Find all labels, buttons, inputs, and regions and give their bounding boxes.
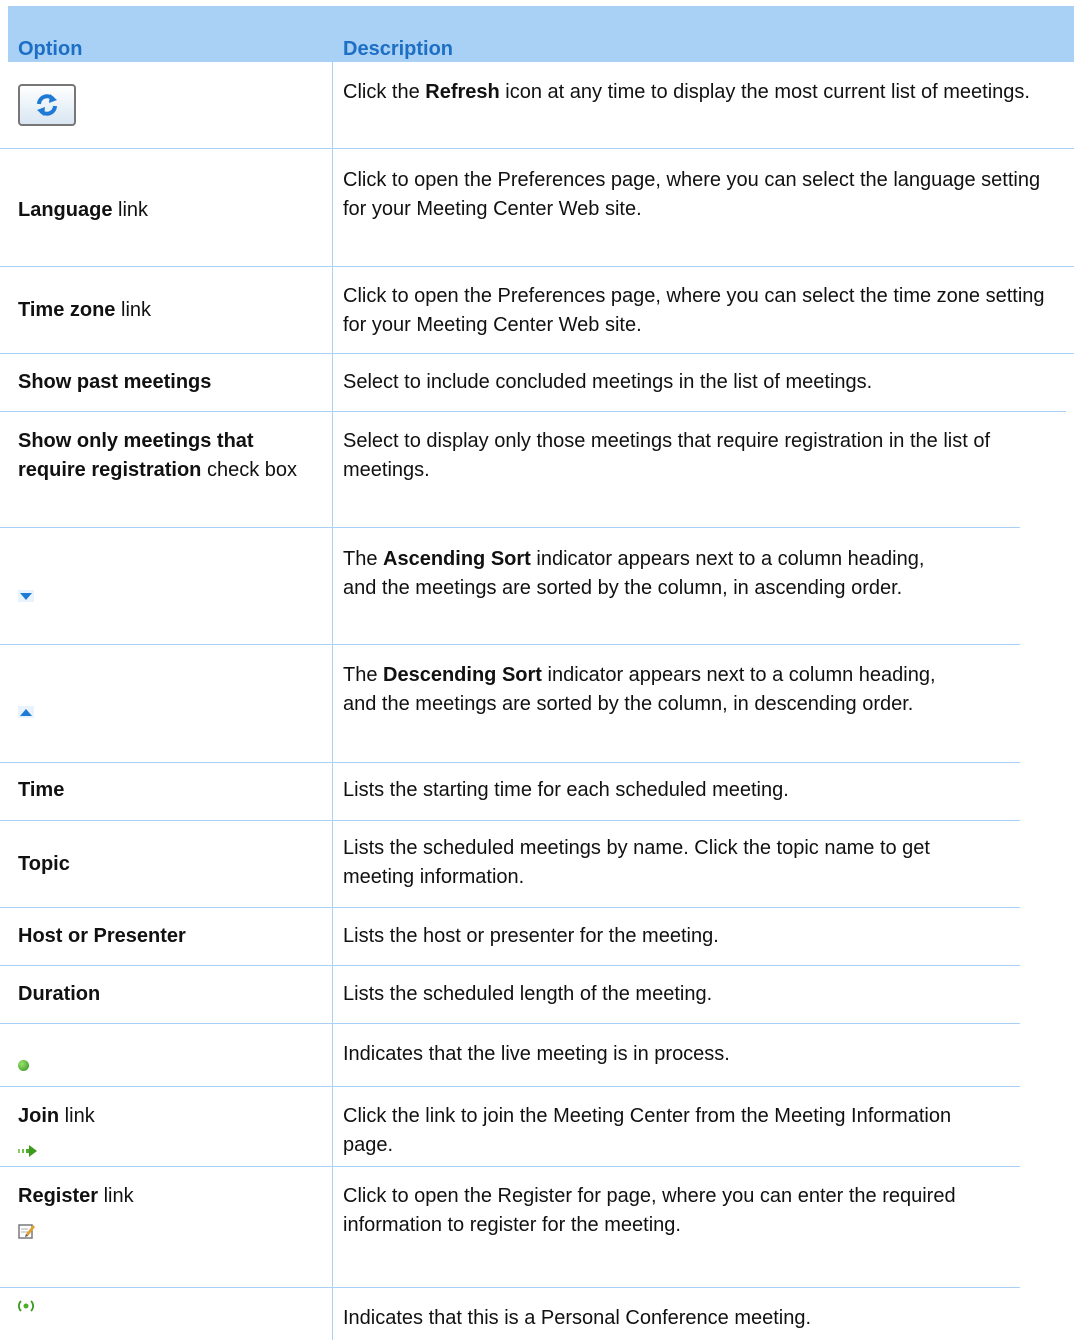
row-divider (0, 1023, 1020, 1024)
row-divider (0, 644, 1020, 645)
personal-conference-icon (18, 1298, 34, 1319)
description-show-past-meetings: Select to include concluded meetings in … (343, 371, 873, 393)
register-edit-icon (18, 1222, 36, 1245)
sort-ascending-icon (18, 589, 34, 607)
row-divider (0, 965, 1020, 966)
row-divider (0, 1086, 1020, 1087)
description-personal-conference: Indicates that this is a Personal Confer… (343, 1307, 812, 1329)
option-topic: Topic (18, 853, 70, 875)
table-header (8, 6, 1074, 62)
row-divider (0, 411, 1066, 412)
option-join: Join link (18, 1105, 95, 1127)
description-ascending-sort: The Ascending Sort indicator appears nex… (343, 548, 925, 599)
header-option: Option (18, 38, 83, 60)
option-time-zone: Time zone link (18, 299, 152, 321)
column-divider (332, 62, 333, 1340)
description-time: Lists the starting time for each schedul… (343, 779, 789, 801)
description-host-or-presenter: Lists the host or presenter for the meet… (343, 925, 719, 947)
header-description: Description (343, 38, 454, 60)
live-meeting-icon (18, 1060, 29, 1071)
row-divider (0, 1287, 1020, 1288)
row-divider (0, 820, 1020, 821)
option-show-registration-only: Show only meetings that require registra… (18, 430, 297, 481)
description-refresh: Click the Refresh icon at any time to di… (343, 81, 1030, 103)
description-topic: Lists the scheduled meetings by name. Cl… (343, 837, 930, 888)
row-divider (0, 148, 1074, 149)
option-duration: Duration (18, 983, 101, 1005)
sort-descending-icon (18, 705, 34, 723)
option-host-or-presenter: Host or Presenter (18, 925, 186, 947)
description-duration: Lists the scheduled length of the meetin… (343, 983, 713, 1005)
description-show-registration-only: Select to display only those meetings th… (343, 430, 991, 481)
refresh-icon[interactable] (18, 84, 76, 126)
row-divider (0, 1166, 1020, 1167)
option-register: Register link (18, 1185, 134, 1207)
description-join: Click the link to join the Meeting Cente… (343, 1105, 952, 1156)
description-register: Click to open the Register for page, whe… (343, 1185, 956, 1236)
description-language: Click to open the Preferences page, wher… (343, 169, 1041, 220)
row-divider (0, 266, 1074, 267)
description-live-meeting: Indicates that the live meeting is in pr… (343, 1043, 730, 1065)
option-language: Language link (18, 199, 149, 221)
row-divider (0, 527, 1020, 528)
description-descending-sort: The Descending Sort indicator appears ne… (343, 664, 936, 715)
row-divider (0, 907, 1020, 908)
option-time: Time (18, 779, 65, 801)
join-arrow-icon (18, 1144, 38, 1162)
option-show-past-meetings: Show past meetings (18, 371, 212, 393)
row-divider (0, 353, 1074, 354)
row-divider (0, 762, 1020, 763)
description-time-zone: Click to open the Preferences page, wher… (343, 285, 1045, 336)
